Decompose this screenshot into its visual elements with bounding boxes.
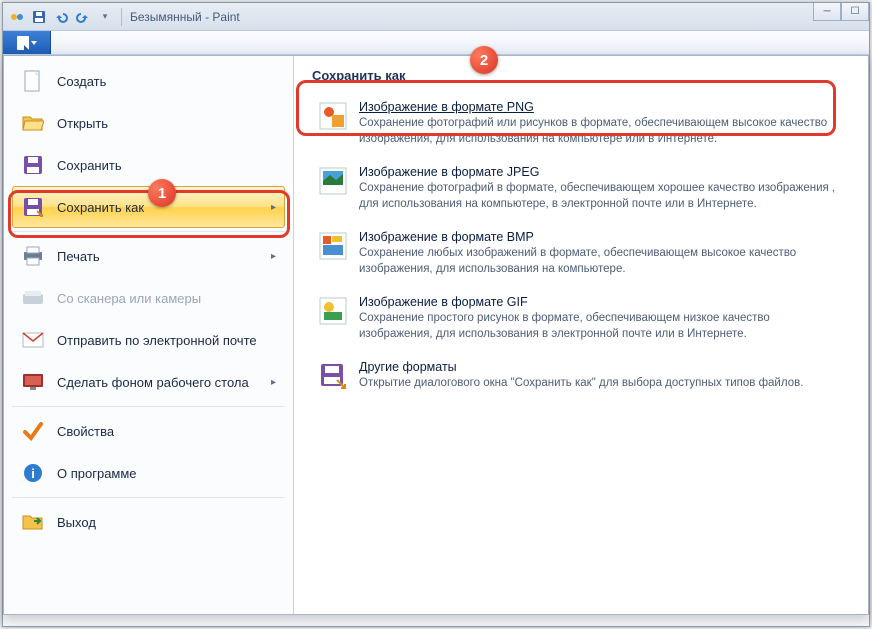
submenu-arrow-icon: ▸	[271, 202, 276, 213]
format-jpeg[interactable]: Изображение в формате JPEG Сохранение фо…	[310, 156, 852, 221]
menu-item-exit[interactable]: Выход	[12, 501, 285, 543]
annotation-badge-1: 1	[148, 179, 176, 207]
format-desc: Сохранение фотографий или рисунков в фор…	[359, 116, 845, 147]
menu-label: Печать	[57, 249, 100, 264]
save-as-submenu: Сохранить как Изображение в формате PNG …	[294, 56, 868, 614]
menu-label: Сделать фоном рабочего стола	[57, 375, 249, 390]
save-icon	[21, 153, 45, 177]
menu-label: Сохранить	[57, 158, 122, 173]
scanner-icon	[21, 286, 45, 310]
email-icon	[21, 328, 45, 352]
format-desc: Сохранение любых изображений в формате, …	[359, 246, 845, 277]
menu-label: Со сканера или камеры	[57, 291, 201, 306]
file-doc-icon	[17, 36, 29, 50]
format-title: Другие форматы	[359, 360, 803, 374]
file-menu-popup: Создать Открыть Сохранить Сохранить как …	[3, 55, 869, 615]
titlebar: ▾ Безымянный - Paint ─ ☐ ✕	[3, 3, 869, 31]
maximize-button[interactable]: ☐	[841, 3, 869, 21]
submenu-arrow-icon: ▸	[271, 251, 276, 262]
menu-label: О программе	[57, 466, 137, 481]
menu-item-properties[interactable]: Свойства	[12, 410, 285, 452]
menu-item-scanner: Со сканера или камеры	[12, 277, 285, 319]
menu-item-about[interactable]: i О программе	[12, 452, 285, 494]
paint-window: ▾ Безымянный - Paint ─ ☐ ✕ Создать	[2, 2, 870, 627]
format-title: Изображение в формате BMP	[359, 230, 845, 244]
redo-icon[interactable]	[75, 9, 91, 25]
new-doc-icon	[21, 69, 45, 93]
menu-label: Свойства	[57, 424, 114, 439]
chevron-down-icon	[31, 41, 37, 45]
menu-item-email[interactable]: Отправить по электронной почте	[12, 319, 285, 361]
format-title: Изображение в формате JPEG	[359, 165, 845, 179]
folder-open-icon	[21, 111, 45, 135]
app-icon	[9, 9, 25, 25]
format-gif[interactable]: Изображение в формате GIF Сохранение про…	[310, 286, 852, 351]
save-icon[interactable]	[31, 9, 47, 25]
menu-label: Отправить по электронной почте	[57, 333, 257, 348]
app-body: Создать Открыть Сохранить Сохранить как …	[3, 55, 869, 626]
format-title: Изображение в формате GIF	[359, 295, 845, 309]
menu-item-open[interactable]: Открыть	[12, 102, 285, 144]
format-title: Изображение в формате PNG	[359, 100, 845, 114]
gif-icon	[317, 295, 349, 327]
format-png[interactable]: Изображение в формате PNG Сохранение фот…	[310, 91, 852, 156]
undo-icon[interactable]	[53, 9, 69, 25]
format-other[interactable]: Другие форматы Открытие диалогового окна…	[310, 351, 852, 401]
format-desc: Открытие диалогового окна "Сохранить как…	[359, 376, 803, 392]
separator	[12, 231, 285, 232]
annotation-badge-2: 2	[470, 46, 498, 74]
separator	[12, 406, 285, 407]
submenu-arrow-icon: ▸	[271, 377, 276, 388]
window-title: Безымянный - Paint	[130, 10, 240, 24]
menu-label: Создать	[57, 74, 106, 89]
quick-access-toolbar: ▾	[9, 9, 113, 25]
checkmark-icon	[21, 419, 45, 443]
format-desc: Сохранение простого рисунок в формате, о…	[359, 311, 845, 342]
separator	[121, 8, 122, 26]
save-as-icon	[21, 195, 45, 219]
menu-label: Сохранить как	[57, 200, 144, 215]
svg-text:i: i	[31, 466, 35, 481]
info-icon: i	[21, 461, 45, 485]
submenu-title: Сохранить как	[310, 64, 852, 91]
png-icon	[317, 100, 349, 132]
minimize-button[interactable]: ─	[813, 3, 841, 21]
format-desc: Сохранение фотографий в формате, обеспеч…	[359, 181, 845, 212]
menu-item-create[interactable]: Создать	[12, 60, 285, 102]
separator	[12, 497, 285, 498]
menu-label: Открыть	[57, 116, 108, 131]
menu-label: Выход	[57, 515, 96, 530]
menu-item-print[interactable]: Печать ▸	[12, 235, 285, 277]
printer-icon	[21, 244, 45, 268]
ribbon-tabs	[3, 31, 869, 55]
bmp-icon	[317, 230, 349, 262]
window-controls: ─ ☐ ✕	[813, 3, 869, 21]
jpeg-icon	[317, 165, 349, 197]
menu-item-save[interactable]: Сохранить	[12, 144, 285, 186]
exit-icon	[21, 510, 45, 534]
save-as-dialog-icon	[317, 360, 349, 392]
format-bmp[interactable]: Изображение в формате BMP Сохранение люб…	[310, 221, 852, 286]
file-menu-left: Создать Открыть Сохранить Сохранить как …	[4, 56, 294, 614]
qat-dropdown-icon[interactable]: ▾	[97, 9, 113, 25]
file-menu-button[interactable]	[3, 31, 51, 54]
desktop-icon	[21, 370, 45, 394]
menu-item-wallpaper[interactable]: Сделать фоном рабочего стола ▸	[12, 361, 285, 403]
